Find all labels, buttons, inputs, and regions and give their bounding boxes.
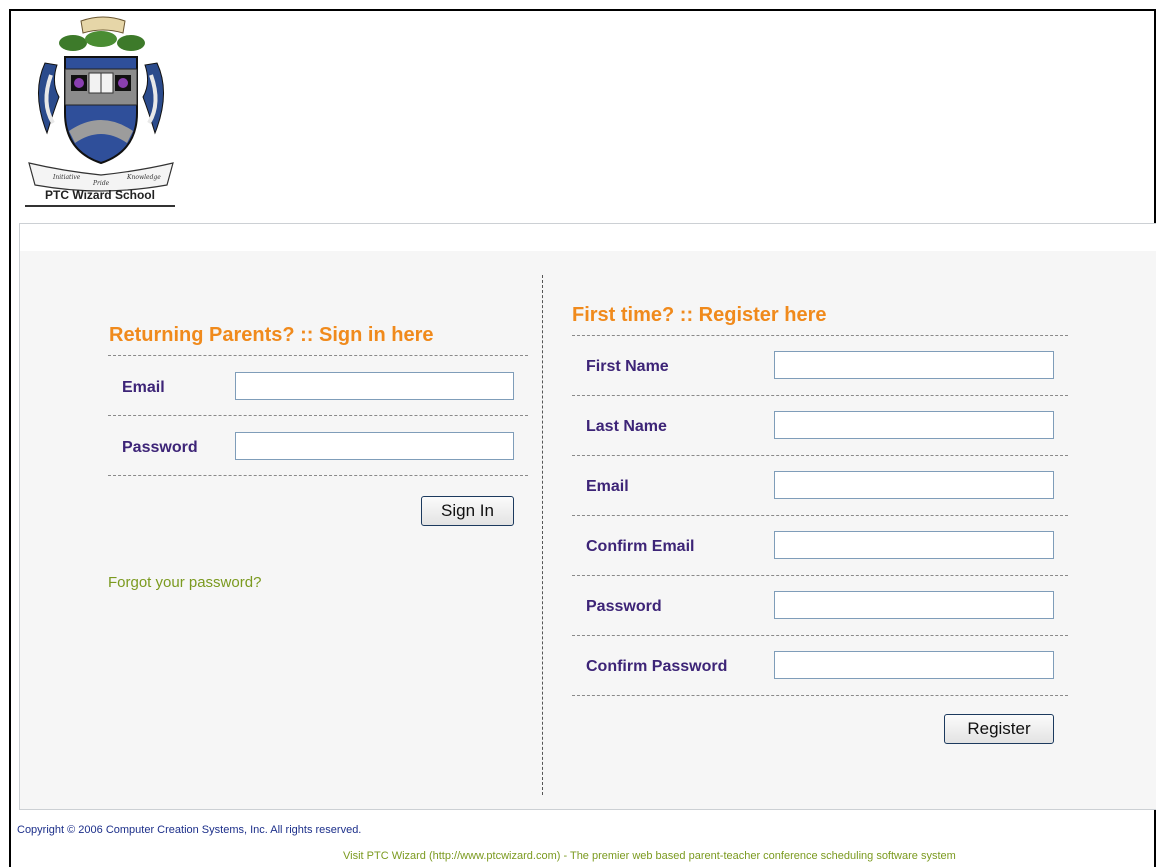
- register-confirm-password-input[interactable]: [774, 651, 1054, 679]
- register-divider-6: [572, 695, 1068, 696]
- school-crest-logo: Initiative Pride Knowledge: [28, 16, 174, 192]
- register-password-label: Password: [586, 598, 662, 615]
- register-button[interactable]: Register: [944, 714, 1054, 744]
- signin-heading: Returning Parents? :: Sign in here: [109, 324, 434, 346]
- register-first-name-label: First Name: [586, 358, 669, 375]
- register-divider-2: [572, 455, 1068, 456]
- register-divider-0: [572, 335, 1068, 336]
- forgot-password-link[interactable]: Forgot your password?: [108, 574, 261, 591]
- crest-banner-left-word: Initiative: [52, 174, 81, 181]
- register-heading: First time? :: Register here: [572, 304, 827, 326]
- signin-email-input[interactable]: [235, 372, 514, 400]
- school-name: PTC Wizard School: [25, 188, 175, 207]
- copyright-text: Copyright © 2006 Computer Creation Syste…: [17, 824, 362, 836]
- signin-password-label: Password: [122, 439, 198, 456]
- signin-divider-3: [108, 475, 528, 476]
- register-divider-4: [572, 575, 1068, 576]
- signin-password-input[interactable]: [235, 432, 514, 460]
- content-top-band: [20, 224, 1156, 251]
- register-divider-3: [572, 515, 1068, 516]
- register-email-label: Email: [586, 478, 629, 495]
- register-first-name-input[interactable]: [774, 351, 1054, 379]
- column-divider: [542, 275, 543, 795]
- sign-in-button[interactable]: Sign In: [421, 496, 514, 526]
- register-email-input[interactable]: [774, 471, 1054, 499]
- page-frame: Initiative Pride Knowledge PTC Wizard Sc…: [9, 9, 1156, 867]
- register-confirm-email-input[interactable]: [774, 531, 1054, 559]
- register-password-input[interactable]: [774, 591, 1054, 619]
- crest-banner-center-word: Pride: [92, 180, 110, 187]
- register-divider-5: [572, 635, 1068, 636]
- register-last-name-label: Last Name: [586, 418, 667, 435]
- signin-divider-1: [108, 355, 528, 356]
- signin-divider-2: [108, 415, 528, 416]
- signin-email-label: Email: [122, 379, 165, 396]
- register-confirm-password-label: Confirm Password: [586, 658, 728, 675]
- visit-ptc-wizard-text: Visit PTC Wizard (http://www.ptcwizard.c…: [343, 850, 956, 862]
- crest-banner-right-word: Knowledge: [126, 174, 161, 181]
- register-last-name-input[interactable]: [774, 411, 1054, 439]
- register-divider-1: [572, 395, 1068, 396]
- register-confirm-email-label: Confirm Email: [586, 538, 695, 555]
- main-content-panel: Returning Parents? :: Sign in here Email…: [19, 223, 1156, 810]
